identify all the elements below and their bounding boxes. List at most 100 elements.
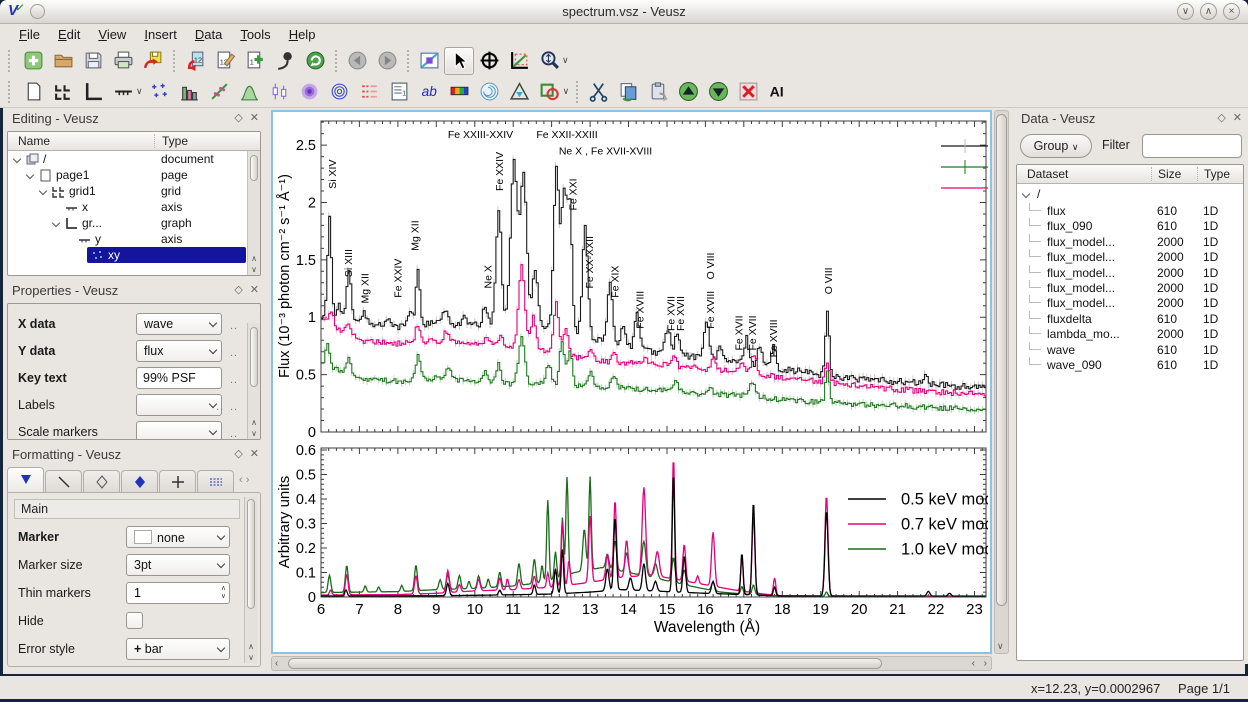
import-data-icon[interactable]: 12 — [180, 47, 210, 75]
dataset-row-flux_model[interactable]: flux_model...20001D — [1017, 249, 1242, 264]
float-panel-icon[interactable]: ◇ — [234, 447, 242, 460]
add-function-icon[interactable] — [235, 78, 265, 106]
move-up-icon[interactable] — [673, 78, 703, 106]
history-forward-icon[interactable] — [372, 47, 402, 75]
add-polar-icon[interactable] — [475, 78, 505, 106]
x-data-combo[interactable]: wave — [136, 313, 222, 335]
more-options-button[interactable]: .. — [230, 401, 238, 413]
new-document-icon[interactable] — [18, 47, 48, 75]
add-label-icon[interactable]: ab — [415, 78, 445, 106]
create-data-icon[interactable]: 1 — [240, 47, 270, 75]
tree-row-y[interactable]: yaxis — [8, 231, 247, 247]
expander-icon[interactable] — [27, 172, 34, 179]
dataset-row-flux_model[interactable]: flux_model...20001D — [1017, 265, 1242, 280]
marker-size-combo[interactable]: 3pt — [126, 554, 230, 576]
dataset-row-flux_090[interactable]: flux_0906101D — [1017, 218, 1242, 233]
tabs-scroll-left-icon[interactable]: ‹ — [239, 474, 243, 486]
float-panel-icon[interactable]: ◇ — [234, 283, 242, 296]
column-type[interactable]: Type — [154, 134, 188, 148]
column-dataset[interactable]: Dataset — [1027, 167, 1068, 181]
formatting-scrollbar[interactable]: ∧∨ — [244, 497, 257, 663]
history-back-icon[interactable] — [342, 47, 372, 75]
dataset-row-flux_model[interactable]: flux_model...20001D — [1017, 295, 1242, 310]
add-axis-dropdown-icon[interactable]: ∨ — [136, 86, 143, 97]
add-ternary-icon[interactable] — [505, 78, 535, 106]
add-key-icon[interactable] — [355, 78, 385, 106]
float-panel-icon[interactable]: ◇ — [234, 111, 242, 124]
close-panel-icon[interactable]: ✕ — [250, 283, 259, 296]
add-colorbar-icon[interactable] — [445, 78, 475, 106]
tree-row-x[interactable]: xaxis — [8, 199, 247, 215]
expander-icon[interactable] — [14, 156, 21, 163]
rename-icon[interactable]: AI — [763, 78, 793, 106]
copy-icon[interactable] — [613, 78, 643, 106]
hide-checkbox[interactable] — [126, 612, 143, 629]
minimize-button[interactable]: ∨ — [1177, 3, 1194, 20]
add-grid-icon[interactable] — [48, 78, 78, 106]
expander-icon[interactable] — [1023, 191, 1030, 198]
add-graph-icon[interactable] — [78, 78, 108, 106]
plot-canvas[interactable]: 00.511.522.5Flux (10⁻³ photon cm⁻² s⁻¹ Å… — [273, 112, 988, 650]
menu-data[interactable]: Data — [186, 25, 231, 44]
error-style-combo[interactable]: + bar — [126, 638, 230, 660]
group-button[interactable]: Group ∨ — [1020, 134, 1092, 158]
more-options-button[interactable]: .. — [230, 374, 238, 386]
dataset-row-fluxdelta[interactable]: fluxdelta6101D — [1017, 311, 1242, 326]
select-pointer-icon[interactable] — [444, 47, 474, 75]
maximize-button[interactable]: ∧ — [1200, 3, 1217, 20]
titlebar[interactable]: V✓ spectrum.vsz - Veusz ∨ ∧ × — [0, 0, 1248, 24]
marker-combo[interactable]: none — [126, 526, 230, 548]
properties-scrollbar[interactable]: ∧∨ — [247, 323, 260, 439]
close-panel-icon[interactable]: ✕ — [1233, 111, 1242, 124]
more-options-button[interactable]: .. — [230, 347, 238, 359]
dataset-row-flux_model[interactable]: flux_model...20001D — [1017, 234, 1242, 249]
thin-markers-spinner[interactable]: 1∧∨ — [126, 582, 230, 604]
expander-icon[interactable] — [40, 188, 47, 195]
tab-marker-border[interactable] — [83, 470, 120, 492]
tab-error-bar[interactable] — [159, 470, 196, 492]
dataset-row-flux_model[interactable]: flux_model...20001D — [1017, 280, 1242, 295]
scale-markers-combo[interactable] — [136, 421, 222, 440]
cut-icon[interactable] — [583, 78, 613, 106]
add-fit-icon[interactable] — [205, 78, 235, 106]
edit-data-icon[interactable]: 12 — [210, 47, 240, 75]
tab-marker-fill[interactable] — [121, 470, 158, 492]
zoom-magnify-dropdown-icon[interactable]: ∨ — [562, 55, 569, 66]
menu-tools[interactable]: Tools — [231, 25, 279, 44]
float-panel-icon[interactable]: ◇ — [1217, 111, 1225, 124]
add-page-icon[interactable] — [18, 78, 48, 106]
tree-row-gr[interactable]: gr...graph — [8, 215, 247, 231]
zoom-magnify-icon[interactable] — [534, 47, 564, 75]
more-options-button[interactable]: .. — [230, 320, 238, 332]
dataset-root-row[interactable]: / — [1017, 186, 1242, 203]
reload-data-icon[interactable] — [300, 47, 330, 75]
tab-fill-below[interactable] — [197, 470, 234, 492]
open-document-icon[interactable] — [48, 47, 78, 75]
close-panel-icon[interactable]: ✕ — [250, 111, 259, 124]
menu-edit[interactable]: Edit — [49, 25, 89, 44]
tree-row-grid1[interactable]: grid1grid — [8, 183, 247, 199]
tree-row-page1[interactable]: page1page — [8, 167, 247, 183]
add-shape-icon[interactable] — [535, 78, 565, 106]
plot-horizontal-scrollbar[interactable]: ‹ ‹› — [271, 656, 992, 671]
tabs-scroll-right-icon[interactable]: › — [246, 474, 250, 486]
export-page-icon[interactable] — [138, 47, 168, 75]
dataset-row-wave_090[interactable]: wave_0906101D — [1017, 357, 1242, 372]
close-button[interactable]: × — [1223, 3, 1240, 20]
dataset-row-lambda_mo[interactable]: lambda_mo...20001D — [1017, 326, 1242, 341]
menu-help[interactable]: Help — [280, 25, 325, 44]
pan-view-icon[interactable] — [474, 47, 504, 75]
add-boxplot-icon[interactable] — [265, 78, 295, 106]
tab-main-marker[interactable] — [7, 467, 44, 492]
column-size[interactable]: Size — [1151, 167, 1181, 181]
editing-scrollbar[interactable]: ∧∨ — [247, 151, 260, 275]
print-document-icon[interactable] — [108, 47, 138, 75]
zoom-axes-icon[interactable] — [504, 47, 534, 75]
move-down-icon[interactable] — [703, 78, 733, 106]
tree-row-xy[interactable]: xy — [8, 247, 247, 263]
dataset-row-flux[interactable]: flux6101D — [1017, 203, 1242, 218]
labels-combo[interactable] — [136, 394, 222, 416]
menu-file[interactable]: File — [10, 25, 49, 44]
tab-plot-line[interactable] — [45, 470, 82, 492]
expander-icon[interactable] — [53, 220, 60, 227]
